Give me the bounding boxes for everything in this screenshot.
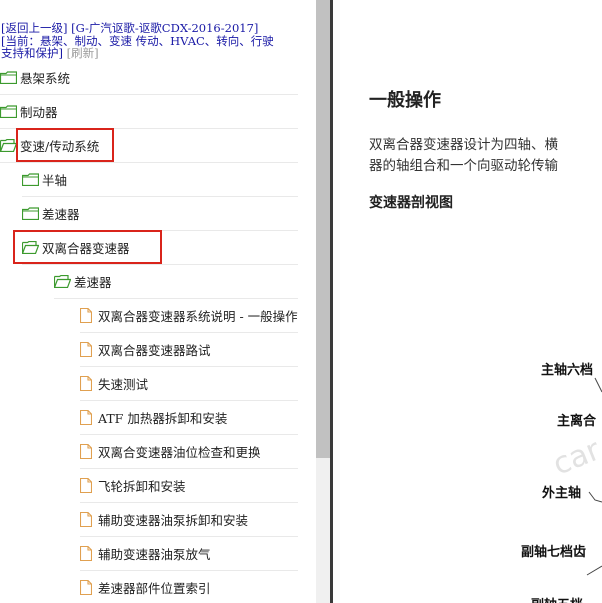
tree-folder-item[interactable]: 双离合器变速器 — [22, 230, 298, 265]
tree-folder-item[interactable]: 差速器 — [54, 264, 298, 299]
tree-document-item[interactable]: 失速测试 — [80, 366, 298, 401]
diagram-label: 主轴六档 — [541, 363, 594, 378]
tree-item-label: 差速器 — [42, 206, 80, 222]
tree-document-item[interactable]: 辅助变速器油泵拆卸和安装 — [80, 502, 298, 537]
tree-item-label: 飞轮拆卸和安装 — [98, 478, 186, 494]
tree-item-label: 双离合变速器油位检查和更换 — [98, 444, 261, 460]
folder-icon — [0, 104, 20, 118]
tree-item-label: 失速测试 — [98, 376, 149, 392]
tree-folder-item[interactable]: 变速/传动系统 — [0, 128, 298, 163]
folder-open-icon — [0, 138, 20, 152]
scrollbar-thumb[interactable] — [316, 0, 330, 458]
diagram-label: 副轴七档齿 — [521, 545, 587, 560]
diagram-label: 副轴五档 — [531, 594, 583, 603]
folder-icon — [22, 206, 42, 220]
tree-document-item[interactable]: 双离合器变速器系统说明 - 一般操作 — [80, 298, 298, 333]
tree-document-item[interactable]: 飞轮拆卸和安装 — [80, 468, 298, 503]
document-icon — [80, 307, 98, 323]
tree-item-label: 双离合器变速器 — [42, 240, 130, 256]
tree-document-item[interactable]: 双离合器变速器路试 — [80, 332, 298, 367]
tree-item-label: 辅助变速器油泵拆卸和安装 — [98, 512, 249, 528]
tree-folder-item[interactable]: 差速器 — [22, 196, 298, 231]
tree-item-label: 差速器部件位置索引 — [98, 580, 211, 596]
tree-item-label: ATF 加热器拆卸和安装 — [98, 410, 228, 426]
diagram-label: 主离合 — [557, 414, 597, 429]
diagram-label: 外主轴 — [542, 486, 582, 501]
document-icon — [80, 409, 98, 425]
tree-item-label: 双离合器变速器路试 — [98, 342, 211, 358]
tree-folder-item[interactable]: 悬架系统 — [0, 60, 298, 95]
diagram-leader-lines — [586, 377, 602, 576]
tree-item-label: 半轴 — [42, 172, 68, 188]
tree-item-label: 差速器 — [74, 274, 112, 290]
document-icon — [80, 511, 98, 527]
tree-item-label: 双离合器变速器系统说明 - 一般操作 — [98, 308, 298, 324]
folder-icon — [22, 172, 42, 186]
folder-open-icon — [22, 240, 42, 254]
nav-header: [返回上一级] [G-广汽讴歌-讴歌CDX-2016-2017] [当前：悬架、… — [1, 22, 301, 60]
tree-document-item[interactable]: 辅助变速器油泵放气 — [80, 536, 298, 571]
document-icon — [80, 545, 98, 561]
tree-document-item[interactable]: ATF 加热器拆卸和安装 — [80, 400, 298, 435]
tree-folder-item[interactable]: 制动器 — [0, 94, 298, 129]
document-icon — [80, 579, 98, 595]
folder-icon — [0, 70, 20, 84]
document-icon — [80, 477, 98, 493]
document-icon — [80, 443, 98, 459]
tree-item-label: 变速/传动系统 — [20, 138, 100, 154]
tree-item-label: 制动器 — [20, 104, 58, 120]
document-icon — [80, 375, 98, 391]
tree-folder-item[interactable]: 半轴 — [22, 162, 298, 197]
navigation-pane: [返回上一级] [G-广汽讴歌-讴歌CDX-2016-2017] [当前：悬架、… — [0, 0, 316, 603]
tree-item-label: 悬架系统 — [20, 70, 71, 86]
refresh-link[interactable]: [刷新] — [67, 46, 99, 60]
current-path-line2[interactable]: 支持和保护] — [1, 46, 63, 60]
tree-item-label: 辅助变速器油泵放气 — [98, 546, 211, 562]
folder-open-icon — [54, 274, 74, 288]
tree-document-item[interactable]: 双离合变速器油位检查和更换 — [80, 434, 298, 469]
document-icon — [80, 341, 98, 357]
tree-document-item[interactable]: 差速器部件位置索引 — [80, 570, 298, 603]
content-pane: 一般操作 双离合器变速器设计为四轴、横 器的轴组合和一个向驱动轮传输 变速器剖视… — [333, 0, 602, 603]
